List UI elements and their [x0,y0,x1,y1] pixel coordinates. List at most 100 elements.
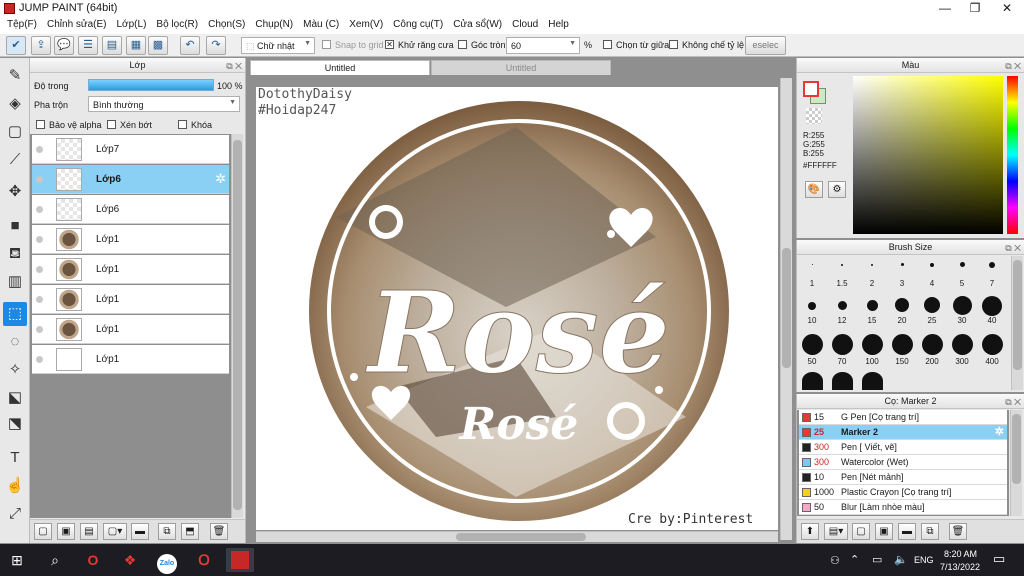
folder-icon[interactable]: ▬ [898,523,916,540]
menu-edit[interactable]: Chỉnh sửa(E) [43,17,113,34]
brush-size-option[interactable]: 150 [887,334,917,366]
lock-checkbox[interactable] [178,120,187,129]
volume-icon[interactable]: 🔈 [894,553,908,566]
bucket-tool-icon[interactable]: ⛾ [3,242,27,266]
gear-icon[interactable]: ✲ [995,425,1004,438]
brush-size-option[interactable]: 5 [947,262,977,288]
visibility-icon[interactable] [36,146,43,153]
brush-size-option[interactable]: 70 [827,334,857,366]
drawing-canvas[interactable]: Rosé Rosé DotothyDaisy #Hoidap247 Cre by… [256,87,778,530]
visibility-icon[interactable] [36,176,43,183]
subtool-scrollbar[interactable] [1010,410,1022,516]
canvas-vscroll[interactable] [780,78,792,540]
notification-icon[interactable]: ▭ [993,551,1005,567]
clock-time[interactable]: 8:20 AM [944,549,977,559]
select-eraser-tool-icon[interactable]: ⬔ [3,412,27,436]
brush-scrollbar[interactable] [1011,256,1023,390]
duplicate-icon[interactable]: ⧉ [921,523,939,540]
menu-help[interactable]: Help [544,17,575,34]
new-layer-icon[interactable]: ▢ [34,523,52,540]
panel-window-icons[interactable]: ⧉ ✕ [1005,395,1021,409]
subtool-item[interactable]: 300 Watercolor (Wet) [799,455,1007,470]
menu-tools[interactable]: Công cụ(T) [389,17,449,34]
zalo-icon[interactable]: Zalo [153,548,181,574]
canvas-hscroll[interactable] [256,531,778,542]
network-icon[interactable]: ▭ [872,553,882,566]
gradient-tool-icon[interactable]: ▥ [3,270,27,294]
minimize-button[interactable]: — [930,0,960,17]
chevron-up-icon[interactable]: ⌃ [850,553,859,566]
menu-layer[interactable]: Lớp(L) [113,17,153,34]
brush-size-option[interactable] [832,372,853,390]
magic-wand-tool-icon[interactable]: ✧ [3,358,27,382]
brush-size-option[interactable] [862,372,883,390]
tab-untitled-1[interactable]: Untitled [250,60,430,75]
layer-row[interactable]: Lớp1 [32,255,229,284]
add-layer-menu-icon[interactable]: ▢▾ [103,523,127,540]
menu-file[interactable]: Tệp(F) [3,17,43,34]
brush-size-option[interactable]: 400 [977,334,1007,366]
saturation-value-picker[interactable] [853,76,1003,234]
menu-view[interactable]: Xem(V) [345,17,389,34]
windows-start-icon[interactable]: ⊞ [3,548,31,572]
comment-icon[interactable]: 💬 [54,36,74,55]
subtool-item[interactable]: 1000 Plastic Crayon [Cọ trang trí] [799,485,1007,500]
no-ratio-checkbox[interactable] [669,40,678,49]
visibility-icon[interactable] [36,296,43,303]
subtool-add-icon[interactable]: ⬆ [801,523,819,540]
trash-icon[interactable]: 🗑 [949,523,967,540]
document-icon[interactable]: ▤ [102,36,122,55]
deselect-button[interactable]: eselec [745,36,786,55]
panel-window-icons[interactable]: ⧉ ✕ [1005,241,1021,255]
subtool-menu-icon[interactable]: ▤▾ [824,523,848,540]
grid-icon[interactable]: ▦ [126,36,146,55]
layer-row[interactable]: Lớp1 [32,315,229,344]
brush-size-option[interactable]: 12 [827,301,857,325]
maximize-button[interactable]: ❐ [960,0,990,17]
subtool-item[interactable]: 10 Pen [Nét mảnh] [799,470,1007,485]
palette-settings-icon[interactable]: ⚙ [828,181,846,198]
brush-size-option[interactable]: 10 [797,302,827,325]
duplicate-icon[interactable]: ⧉ [158,523,176,540]
visibility-icon[interactable] [36,236,43,243]
brush-size-option[interactable]: 40 [977,296,1007,325]
layer-row[interactable]: Lớp1 [32,345,229,374]
language-indicator[interactable]: ENG [914,555,934,565]
transparent-swatch[interactable] [806,108,822,124]
visibility-icon[interactable] [36,356,43,363]
people-icon[interactable]: ⚇ [830,554,840,567]
brush-size-option[interactable]: 200 [917,334,947,366]
menu-filter[interactable]: Bộ lọc(R) [152,17,204,34]
fill-rect-tool-icon[interactable]: ■ [3,214,27,238]
menu-window[interactable]: Cửa sổ(W) [449,17,508,34]
brush-size-option[interactable]: 7 [977,262,1007,288]
layer-scrollbar[interactable] [231,134,243,518]
subtool-item[interactable]: 50 Blur [Làm nhòe màu] [799,500,1007,515]
canvas-vscroll-thumb[interactable] [782,248,791,368]
snap-grid-checkbox[interactable] [322,40,331,49]
folder-icon[interactable]: ▬ [131,523,149,540]
protect-alpha-checkbox[interactable] [36,120,45,129]
shape-select[interactable]: ⬚ Chữ nhật ▼ [241,37,315,54]
brush-tool-icon[interactable]: ✎ [3,64,27,88]
round-corner-checkbox[interactable] [458,40,467,49]
panel-window-icons[interactable]: ⧉ ✕ [226,59,242,73]
menu-color[interactable]: Màu (C) [299,17,345,34]
redo-icon[interactable]: ↷ [206,36,226,55]
brush-size-option[interactable]: 15 [857,300,887,325]
subtool-item[interactable]: 15 G Pen [Cọ trang trí] [799,410,1007,425]
close-button[interactable]: ✕ [992,0,1022,17]
select-pen-tool-icon[interactable]: ⬕ [3,386,27,410]
layer-scrollbar-thumb[interactable] [233,140,242,510]
layer-row[interactable]: Lớp1 [32,285,229,314]
brush-size-option[interactable] [802,372,823,390]
list-icon[interactable]: ☰ [78,36,98,55]
brush-size-option[interactable]: 1 [797,264,827,288]
layer-row[interactable]: Lớp7 [32,135,229,164]
trash-icon[interactable]: 🗑 [210,523,228,540]
palette-icon[interactable]: 🎨 [805,181,823,198]
brush-scrollbar-thumb[interactable] [1013,260,1022,370]
opera-gx-icon[interactable]: Ｏ [190,548,218,572]
blend-mode-select[interactable]: Bình thường ▼ [88,96,240,112]
brush-size-option[interactable]: 100 [857,334,887,366]
